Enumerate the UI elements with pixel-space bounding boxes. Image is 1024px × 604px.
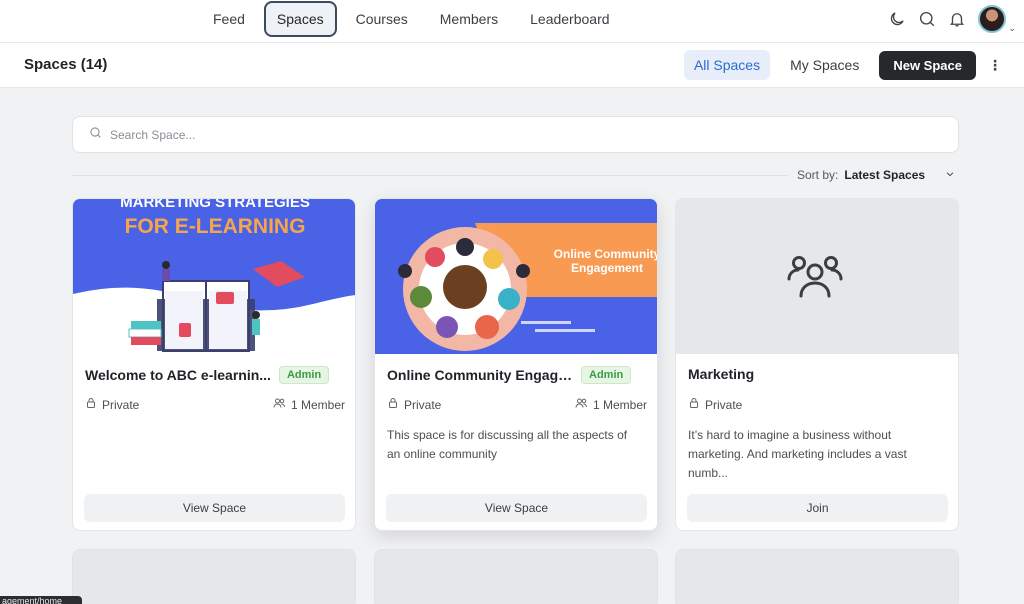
space-card[interactable]: Marketing Private It’s hard to imagine a… <box>675 198 959 531</box>
divider <box>72 175 788 176</box>
card-title-row: Online Community Engagem... Admin <box>387 366 647 384</box>
cover-heading-line1: MARKETING STRATEGIES <box>120 199 310 211</box>
status-bar-url: agement/home <box>0 596 82 604</box>
cover-heading-line2: Engagement <box>571 261 643 275</box>
card-title-row: Marketing <box>688 366 948 382</box>
admin-badge: Admin <box>581 366 632 384</box>
view-space-button[interactable]: View Space <box>84 494 345 522</box>
card-meta: Private <box>688 397 948 412</box>
my-spaces-filter[interactable]: My Spaces <box>780 50 869 80</box>
space-card-placeholder[interactable] <box>72 549 356 604</box>
group-icon <box>787 254 843 305</box>
view-space-button[interactable]: View Space <box>386 494 647 522</box>
member-count-label: 1 Member <box>290 397 345 412</box>
card-cover-placeholder <box>676 199 958 354</box>
top-navigation: Feed Spaces Courses Members Leaderboard … <box>0 0 1024 43</box>
cover-heading-line1: Online Community <box>554 247 658 261</box>
lock-icon <box>85 397 97 412</box>
page-header: Spaces (14) All Spaces My Spaces New Spa… <box>0 43 1024 88</box>
privacy-info: Private <box>387 397 441 412</box>
search-icon <box>89 126 102 144</box>
privacy-label: Private <box>102 397 140 412</box>
card-cover-image: Online Community Engagement <box>375 199 658 354</box>
card-cover-image: MARKETING STRATEGIES FOR E-LEARNING <box>73 199 355 354</box>
member-count: 1 Member <box>575 397 647 412</box>
nav-icons: ⌄ <box>888 4 1016 34</box>
bell-icon[interactable] <box>948 10 966 28</box>
search-box <box>72 116 959 153</box>
sort-dropdown[interactable]: Sort by: Latest Spaces <box>797 168 955 182</box>
main-nav-tabs: Feed Spaces Courses Members Leaderboard <box>200 1 623 37</box>
card-title-row: Welcome to ABC e-learnin... Admin <box>85 366 345 384</box>
chevron-down-icon[interactable]: ⌄ <box>1008 23 1016 34</box>
sort-label: Sort by: <box>797 168 839 182</box>
privacy-info: Private <box>85 397 139 412</box>
nav-tab-members[interactable]: Members <box>427 1 511 37</box>
admin-badge: Admin <box>278 366 330 384</box>
space-card[interactable]: MARKETING STRATEGIES FOR E-LEARNING Welc… <box>72 198 356 531</box>
members-icon <box>273 397 286 412</box>
member-count: 1 Member <box>273 397 345 412</box>
new-space-button[interactable]: New Space <box>879 50 976 80</box>
privacy-label: Private <box>404 397 442 412</box>
vertical-dots-icon[interactable]: ⋮ <box>986 58 1004 72</box>
card-meta: Private 1 Member <box>387 397 647 412</box>
chevron-down-icon <box>945 168 955 182</box>
all-spaces-filter[interactable]: All Spaces <box>683 50 771 80</box>
sort-value: Latest Spaces <box>844 168 926 182</box>
search-icon[interactable] <box>918 10 936 28</box>
card-title[interactable]: Online Community Engagem... <box>387 367 573 383</box>
lock-icon <box>688 397 700 412</box>
avatar[interactable] <box>978 5 1007 33</box>
members-icon <box>575 397 588 412</box>
privacy-info: Private <box>688 397 742 412</box>
join-button[interactable]: Join <box>687 494 948 522</box>
lock-icon <box>387 397 399 412</box>
page-title: Spaces (14) <box>24 56 108 73</box>
space-card-placeholder[interactable] <box>374 549 658 604</box>
nav-tab-feed[interactable]: Feed <box>200 1 258 37</box>
card-description: This space is for discussing all the asp… <box>387 428 628 461</box>
search-input[interactable] <box>110 127 910 142</box>
card-description: It’s hard to imagine a business without … <box>688 428 907 480</box>
cover-heading-line2: FOR E-LEARNING <box>125 215 306 238</box>
card-title[interactable]: Marketing <box>688 366 754 382</box>
moon-icon[interactable] <box>888 10 906 28</box>
space-card[interactable]: Online Community Engagement Online Commu… <box>374 198 658 531</box>
nav-tab-leaderboard[interactable]: Leaderboard <box>517 1 622 37</box>
card-title[interactable]: Welcome to ABC e-learnin... <box>85 367 271 383</box>
card-meta: Private 1 Member <box>85 397 345 412</box>
header-actions: All Spaces My Spaces New Space ⋮ <box>683 50 1004 80</box>
nav-tab-spaces[interactable]: Spaces <box>263 1 337 37</box>
member-count-label: 1 Member <box>592 397 647 412</box>
space-card-placeholder[interactable] <box>675 549 959 604</box>
nav-tab-courses[interactable]: Courses <box>343 1 421 37</box>
privacy-label: Private <box>705 397 743 412</box>
